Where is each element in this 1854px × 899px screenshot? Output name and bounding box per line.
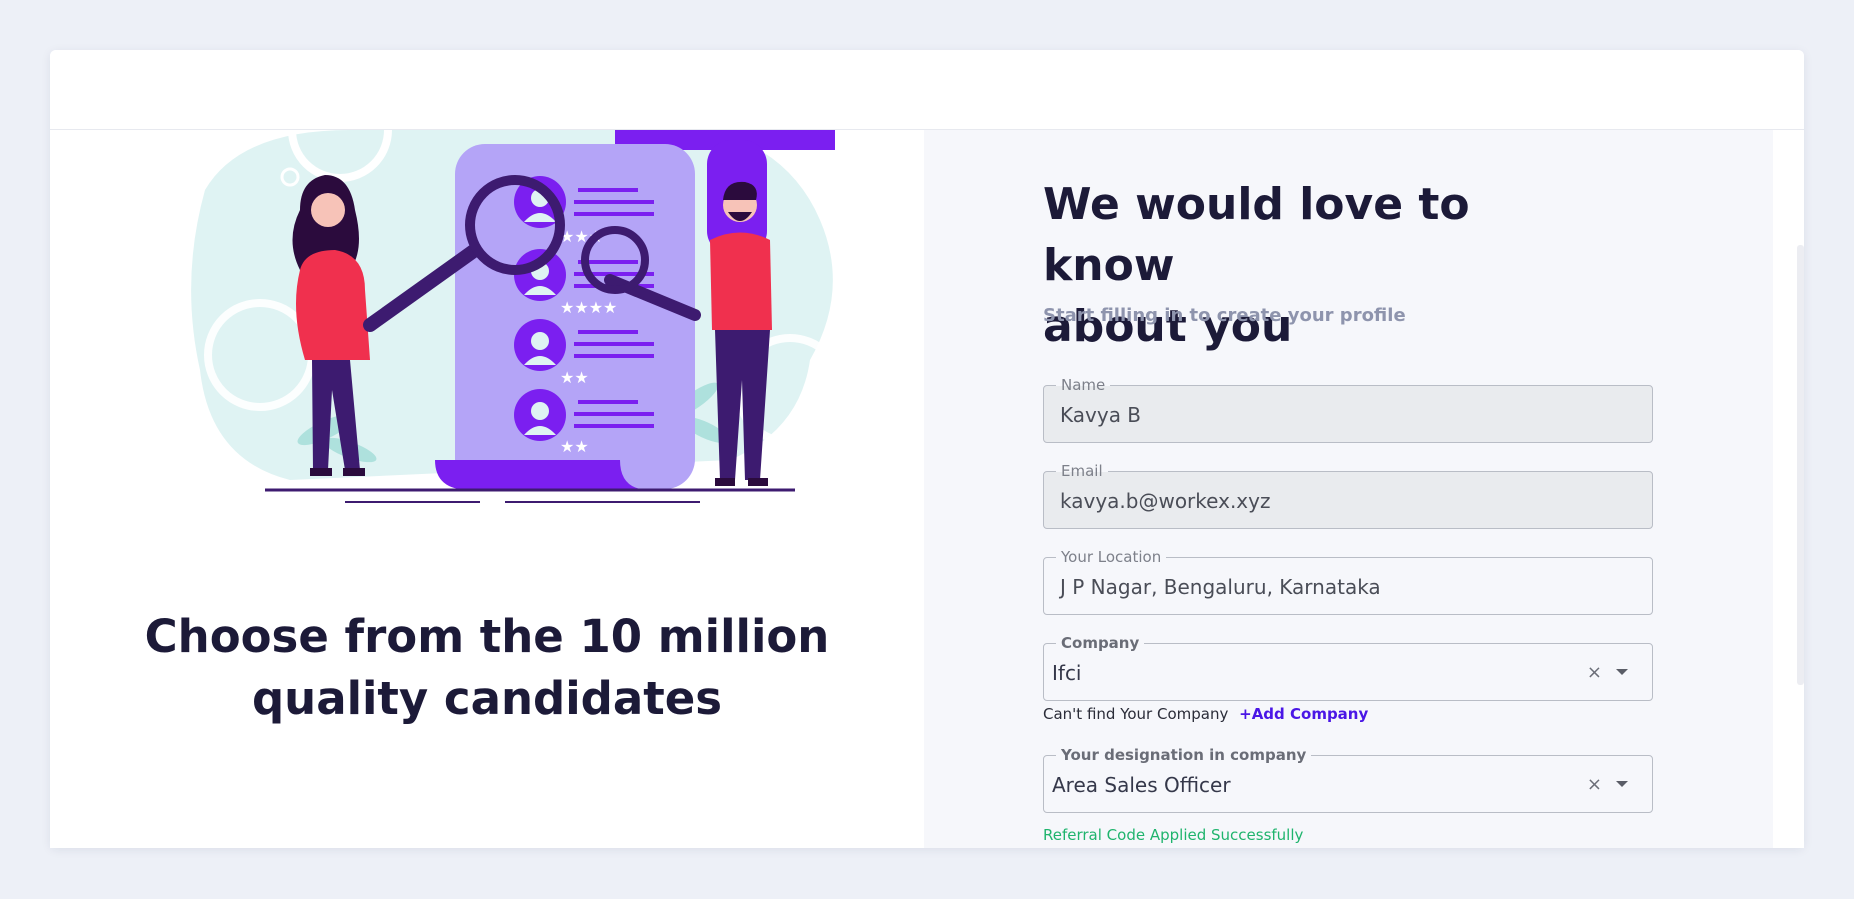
svg-text:★★: ★★ [560,437,589,456]
add-company-link[interactable]: +Add Company [1239,705,1368,723]
svg-text:★★: ★★ [560,368,589,387]
location-field[interactable]: Your Location J P Nagar, Bengaluru, Karn… [1043,548,1653,615]
email-field[interactable]: Email kavya.b@workex.xyz [1043,462,1653,529]
designation-dropdown-icon[interactable] [1616,781,1628,787]
company-dropdown-icon[interactable] [1616,669,1628,675]
hiring-illustration: ★★★ ★★★★ ★★ ★★ [191,130,846,503]
form-heading: We would love to know about you [1043,174,1603,357]
name-value: Kavya B [1060,403,1142,427]
company-value: Ifci [1052,661,1082,685]
designation-select[interactable]: Your designation in company Area Sales O… [1043,746,1653,813]
clear-designation-icon[interactable]: × [1587,773,1602,797]
scroll-bottom [435,460,650,490]
referral-success-message: Referral Code Applied Successfully [1043,826,1304,844]
tagline-line-1: Choose from the 10 million [144,610,830,663]
left-tagline: Choose from the 10 million quality candi… [50,606,924,730]
top-bar [50,50,1804,130]
email-value: kavya.b@workex.xyz [1060,489,1271,513]
tagline-line-2: quality candidates [251,672,723,725]
left-panel: ★★★ ★★★★ ★★ ★★ Choose from the 10 millio… [50,130,924,848]
email-label: Email [1056,462,1108,480]
company-select[interactable]: Company Ifci × [1043,634,1653,701]
designation-label: Your designation in company [1056,746,1312,764]
designation-value: Area Sales Officer [1052,773,1231,797]
name-label: Name [1056,376,1111,394]
heading-line-1: We would love to know [1043,179,1470,291]
company-label: Company [1056,634,1145,652]
name-field[interactable]: Name Kavya B [1043,376,1653,443]
svg-text:★★★★: ★★★★ [560,298,617,317]
location-label: Your Location [1056,548,1167,566]
clear-company-icon[interactable]: × [1587,661,1602,685]
scrollbar-thumb[interactable] [1797,245,1804,685]
form-subheading: Start filling in to create your profile [1043,305,1406,326]
location-value: J P Nagar, Bengaluru, Karnataka [1060,575,1381,599]
company-helper: Can't find Your Company +Add Company [1043,705,1368,723]
company-helper-text: Can't find Your Company [1043,705,1229,723]
